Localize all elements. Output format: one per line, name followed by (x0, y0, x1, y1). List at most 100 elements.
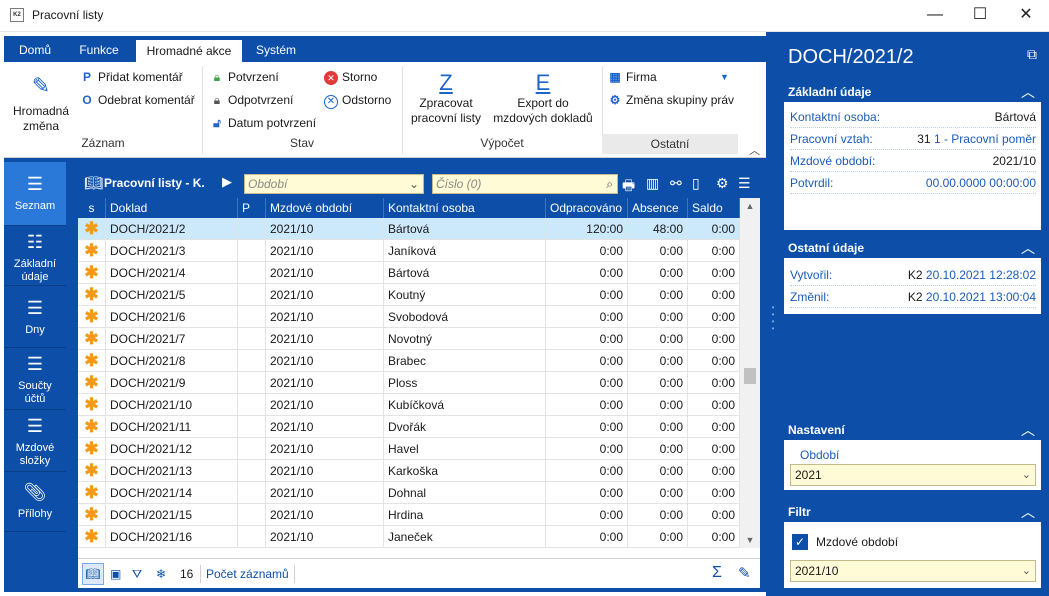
chevron-down-icon[interactable]: ⌄ (1022, 561, 1031, 581)
close-icon[interactable]: ✕ (1003, 0, 1049, 32)
zmena-skupiny-prav-label: Změna skupiny práv (626, 93, 735, 107)
scroll-up-icon[interactable]: ▲ (740, 198, 760, 214)
table-row[interactable]: ✱ DOCH/2021/11 2021/10 Dvořák 0:00 0:00 0:00 (78, 416, 740, 438)
nav-prilohy[interactable]: 📎︎ Přílohy (4, 472, 66, 532)
table-row[interactable]: ✱ DOCH/2021/13 2021/10 Karkoška 0:00 0:00 0:00 (78, 460, 740, 482)
grid-title[interactable]: Pracovní listy - K. (104, 176, 205, 190)
table-row[interactable]: ✱ DOCH/2021/3 2021/10 Janíková 0:00 0:00 0:00 (78, 240, 740, 262)
table-row[interactable]: ✱ DOCH/2021/5 2021/10 Koutný 0:00 0:00 0:00 (78, 284, 740, 306)
ribbon-collapse-icon[interactable]: ︿ (749, 142, 760, 158)
book-view-icon[interactable]: 📖︎ (82, 563, 104, 585)
grid-toolbar: 📖︎ Pracovní listy - K. ▶ Období ⌄ Číslo … (78, 170, 760, 198)
group-label-ostatni: Ostatní (602, 134, 738, 154)
link-pracovni-vztah[interactable]: 1 - Pracovní poměr (934, 132, 1036, 146)
mzdove-obdobi-checkbox[interactable]: ✓ (792, 534, 808, 550)
nav-zakladni-udaje[interactable]: ☷ Základní údaje (4, 226, 66, 286)
datum-potvrzeni-button[interactable]: 🔓︎ Datum potvrzení (210, 116, 316, 131)
edit-icon[interactable]: ✎ (738, 564, 751, 582)
tab-domu[interactable]: Domů (10, 40, 60, 62)
menu-icon[interactable]: ☰ (738, 175, 751, 192)
odpotvrzeni-button[interactable]: 🔒︎ Odpotvrzení (210, 93, 294, 108)
nav-soucty-uctu[interactable]: ☰ Součty účtů (4, 348, 66, 410)
col-header-odpracovano[interactable]: Odpracováno (546, 198, 628, 218)
table-row[interactable]: ✱ DOCH/2021/7 2021/10 Novotný 0:00 0:00 0:00 (78, 328, 740, 350)
archive-icon[interactable]: ▣ (110, 567, 121, 581)
vertical-scrollbar[interactable]: ▲ ▼ (740, 198, 760, 548)
col-header-p[interactable]: P (238, 198, 266, 218)
chevron-up-icon[interactable]: ︿ (1021, 502, 1035, 522)
add-comment-icon: P (82, 70, 91, 84)
col-header-mzdove-obdobi[interactable]: Mzdové období (266, 198, 384, 218)
cell-p (238, 526, 266, 548)
scroll-down-icon[interactable]: ▼ (740, 532, 760, 548)
filter-icon[interactable]: ⛛ (132, 567, 142, 582)
pridat-komentar-button[interactable]: P Přidat komentář (80, 70, 183, 84)
potvrzeni-button[interactable]: 🔒︎ Potvrzení (210, 70, 279, 85)
pridat-komentar-label: Přidat komentář (98, 70, 183, 84)
col-header-s[interactable]: s (78, 198, 106, 218)
maximize-icon[interactable]: ☐ (957, 0, 1003, 32)
sigma-icon[interactable]: Σ (712, 564, 722, 582)
hromadna-zmena-button[interactable]: ✎ Hromadná změna (10, 68, 72, 134)
print-icon[interactable]: 🖶︎ (622, 175, 635, 199)
table-row[interactable]: ✱ DOCH/2021/4 2021/10 Bártová 0:00 0:00 0:00 (78, 262, 740, 284)
search-icon[interactable]: ⌕ (606, 175, 613, 193)
col-header-kontaktni-osoba[interactable]: Kontaktní osoba (384, 198, 546, 218)
period-filter-input[interactable]: Období ⌄ (244, 174, 424, 194)
export-mzdovych-dokladu-button[interactable]: E Export do mzdových dokladů (488, 70, 598, 126)
nav-dny[interactable]: ☰ Dny (4, 286, 66, 348)
binoculars-icon[interactable]: ⚯ (670, 175, 682, 192)
table-row[interactable]: ✱ DOCH/2021/8 2021/10 Brabec 0:00 0:00 0:00 (78, 350, 740, 372)
gear-icon[interactable]: ⚙ (716, 175, 729, 192)
table-row[interactable]: ✱ DOCH/2021/9 2021/10 Ploss 0:00 0:00 0:00 (78, 372, 740, 394)
col-header-saldo[interactable]: Saldo (688, 198, 740, 218)
firma-button[interactable]: ▦ Firma (608, 70, 656, 84)
storno-button[interactable]: ✕ Storno (324, 70, 377, 85)
nav-seznam[interactable]: ☰ Seznam (4, 162, 66, 226)
filtr-mzdove-obdobi-select[interactable]: 2021/10 ⌄ (790, 560, 1036, 582)
table-row[interactable]: ✱ DOCH/2021/14 2021/10 Dohnal 0:00 0:00 0:00 (78, 482, 740, 504)
asterisk-icon: ✱ (78, 350, 106, 372)
table-row[interactable]: ✱ DOCH/2021/6 2021/10 Svobodová 0:00 0:00 0:00 (78, 306, 740, 328)
cell-odpracovano: 0:00 (546, 262, 628, 284)
columns-icon[interactable]: ▯ (692, 175, 700, 192)
chart-icon[interactable]: ▥ (646, 175, 659, 192)
paperclip-icon: 📎︎ (23, 482, 47, 502)
col-header-absence[interactable]: Absence (628, 198, 688, 218)
table-row[interactable]: ✱ DOCH/2021/10 2021/10 Kubíčková 0:00 0:00 0:0… (78, 394, 740, 416)
odstorno-button[interactable]: ✕ Odstorno (324, 93, 391, 109)
number-filter-input[interactable]: Číslo (0) ⌕ (432, 174, 618, 194)
table-row[interactable]: ✱ DOCH/2021/2 2021/10 Bártová 120:00 48:00 0:0… (78, 218, 740, 240)
minimize-icon[interactable]: — (912, 0, 958, 32)
zpracovat-pracovni-listy-button[interactable]: Z Zpracovat pracovní listy (406, 70, 486, 126)
chevron-down-icon[interactable]: ⌄ (1022, 465, 1031, 485)
nav-soucty-label-2: účtů (24, 393, 46, 405)
panel-splitter[interactable]: • • • • (766, 32, 780, 596)
external-link-icon[interactable]: ⧉ (1027, 46, 1037, 63)
tab-system[interactable]: Systém (248, 40, 304, 62)
chevron-up-icon[interactable]: ︿ (1021, 238, 1035, 258)
cell-kontaktni-osoba: Karkoška (384, 460, 546, 482)
cell-p (238, 482, 266, 504)
nav-mzdove-slozky[interactable]: ☰ Mzdové složky (4, 410, 66, 472)
tab-hromadne-akce[interactable]: Hromadné akce (136, 40, 242, 62)
odebrat-komentar-button[interactable]: O Odebrat komentář (80, 93, 194, 107)
table-row[interactable]: ✱ DOCH/2021/12 2021/10 Havel 0:00 0:00 0:00 (78, 438, 740, 460)
tab-funkce[interactable]: Funkce (66, 40, 132, 62)
obdobi-select[interactable]: 2021 ⌄ (790, 464, 1036, 486)
zmena-skupiny-prav-button[interactable]: ⚙ Změna skupiny práv (608, 93, 734, 107)
play-arrow-icon[interactable]: ▶ (222, 174, 232, 190)
scroll-thumb[interactable] (744, 368, 756, 384)
process-icon: Z (439, 70, 453, 95)
table-row[interactable]: ✱ DOCH/2021/15 2021/10 Hrdina 0:00 0:00 0:00 (78, 504, 740, 526)
chevron-up-icon[interactable]: ︿ (1021, 82, 1035, 102)
snowflake-icon[interactable]: ❄ (156, 567, 166, 581)
chevron-down-icon[interactable]: ⌄ (409, 175, 419, 193)
col-header-doklad[interactable]: Doklad (106, 198, 238, 218)
value-vytvoril: K2 20.10.2021 12:28:02 (908, 264, 1036, 286)
hromadna-zmena-label: Hromadná (12, 104, 70, 118)
cell-saldo: 0:00 (688, 526, 740, 548)
table-row[interactable]: ✱ DOCH/2021/16 2021/10 Janeček 0:00 0:00 0:00 (78, 526, 740, 548)
chevron-up-icon[interactable]: ︿ (1021, 420, 1035, 440)
dropdown-arrow-icon[interactable]: ▼ (720, 72, 729, 82)
